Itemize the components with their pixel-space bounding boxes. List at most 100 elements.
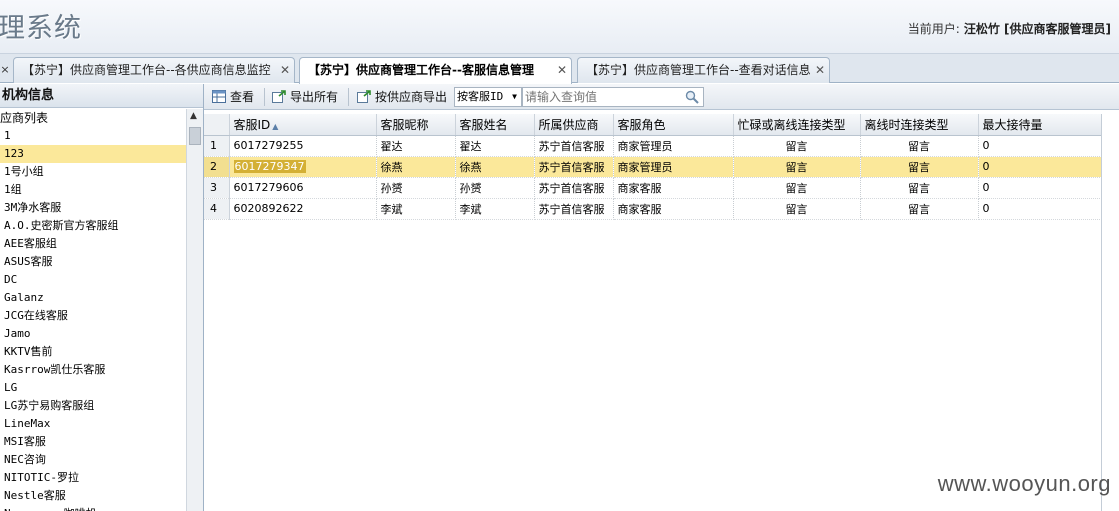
max-reception-cell: 0 xyxy=(978,177,1102,199)
column-header[interactable]: 客服ID ▲ xyxy=(229,114,377,136)
row-number: 1 xyxy=(204,135,230,157)
table-row[interactable]: 4 6020892622 李斌 李斌 苏宁首信客服 商家客服 留言 留言 0 xyxy=(204,198,1102,220)
tab-view-dialog[interactable]: 【苏宁】供应商管理工作台--查看对话信息 ✕ xyxy=(577,57,830,83)
tree-item[interactable]: LG苏宁易购客服组 xyxy=(0,397,186,415)
tree-item[interactable]: Galanz xyxy=(0,289,186,307)
service-id-cell: 6020892622 xyxy=(229,198,377,220)
close-icon[interactable]: ✕ xyxy=(557,58,567,83)
column-header[interactable]: 离线时连接类型 xyxy=(860,114,979,136)
offline-type-cell: 留言 xyxy=(860,177,979,199)
tree-item[interactable]: 1号小组 xyxy=(0,163,186,181)
tree-item[interactable]: 1组 xyxy=(0,181,186,199)
offline-type-cell: 留言 xyxy=(860,156,979,178)
tree-root[interactable]: 应商列表 xyxy=(0,109,186,127)
busy-type-cell: 留言 xyxy=(733,156,861,178)
role-cell: 商家客服 xyxy=(613,198,734,220)
table-icon xyxy=(212,90,226,103)
tab-scroll-left-icon[interactable]: × xyxy=(0,58,10,82)
grid-divider xyxy=(1101,114,1102,511)
tree-item[interactable]: A.O.史密斯官方客服组 xyxy=(0,217,186,235)
view-button[interactable]: 查看 xyxy=(210,87,254,107)
table-row[interactable]: 2 6017279347 徐燕 徐燕 苏宁首信客服 商家管理员 留言 留言 0 xyxy=(204,156,1102,178)
name-cell: 孙赟 xyxy=(455,177,535,199)
tree-item[interactable]: Nestle客服 xyxy=(0,487,186,505)
column-header[interactable]: 客服姓名 xyxy=(455,114,535,136)
toolbar-divider xyxy=(348,88,349,106)
tree-item[interactable]: NEC咨询 xyxy=(0,451,186,469)
tab-label: 【苏宁】供应商管理工作台--客服信息管理 xyxy=(308,63,534,77)
name-cell: 李斌 xyxy=(455,198,535,220)
export-by-supplier-button[interactable]: 按供应商导出 xyxy=(355,87,447,107)
scroll-thumb[interactable] xyxy=(189,127,201,145)
tree-item[interactable]: JCG在线客服 xyxy=(0,307,186,325)
search-icon[interactable] xyxy=(685,90,699,104)
tab-supplier-monitor[interactable]: 【苏宁】供应商管理工作台--各供应商信息监控 ✕ xyxy=(13,57,295,83)
name-cell: 徐燕 xyxy=(455,156,535,178)
close-icon[interactable]: ✕ xyxy=(815,58,825,83)
close-icon[interactable]: ✕ xyxy=(280,58,290,83)
column-header[interactable]: 客服角色 xyxy=(613,114,734,136)
export-icon xyxy=(357,90,371,103)
column-label: 客服ID xyxy=(233,117,271,132)
tree-item[interactable]: AEE客服组 xyxy=(0,235,186,253)
supplier-cell: 苏宁首信客服 xyxy=(534,156,614,178)
tree-item[interactable]: 123 xyxy=(0,145,186,163)
grid-toolbar: 查看 导出所有 按供应商导出 按客服ID ▼ xyxy=(204,84,1119,110)
name-cell: 翟达 xyxy=(455,135,535,157)
nickname-cell: 翟达 xyxy=(376,135,456,157)
tree-item[interactable]: NITOTIC-罗拉 xyxy=(0,469,186,487)
rownum-header xyxy=(204,114,230,136)
table-row[interactable]: 3 6017279606 孙赟 孙赟 苏宁首信客服 商家客服 留言 留言 0 xyxy=(204,177,1102,199)
tab-label: 【苏宁】供应商管理工作台--各供应商信息监控 xyxy=(22,63,271,77)
max-reception-cell: 0 xyxy=(978,135,1102,157)
role-cell: 商家客服 xyxy=(613,177,734,199)
offline-type-cell: 留言 xyxy=(860,198,979,220)
export-icon xyxy=(272,90,286,103)
table-row[interactable]: 1 6017279255 翟达 翟达 苏宁首信客服 商家管理员 留言 留言 0 xyxy=(204,135,1102,157)
column-header[interactable]: 客服昵称 xyxy=(376,114,456,136)
column-header[interactable]: 所属供应商 xyxy=(534,114,614,136)
max-reception-cell: 0 xyxy=(978,198,1102,220)
supplier-cell: 苏宁首信客服 xyxy=(534,177,614,199)
tree-item[interactable]: MSI客服 xyxy=(0,433,186,451)
export-all-button[interactable]: 导出所有 xyxy=(270,87,338,107)
tree-item[interactable]: Nespresso咖啡机 xyxy=(0,505,186,511)
tree-item[interactable]: Jamo xyxy=(0,325,186,343)
tree-item[interactable]: KKTV售前 xyxy=(0,343,186,361)
tree-item[interactable]: Kasrrow凯仕乐客服 xyxy=(0,361,186,379)
busy-type-cell: 留言 xyxy=(733,135,861,157)
export-all-label: 导出所有 xyxy=(290,90,339,104)
tree-item[interactable]: ASUS客服 xyxy=(0,253,186,271)
tree-item[interactable]: DC xyxy=(0,271,186,289)
tree-scrollbar[interactable]: ▲ xyxy=(186,109,203,511)
tree-item[interactable]: LG xyxy=(0,379,186,397)
nickname-cell: 孙赟 xyxy=(376,177,456,199)
scroll-up-icon[interactable]: ▲ xyxy=(190,111,197,121)
search-field-select[interactable]: 按客服ID ▼ xyxy=(454,87,522,107)
column-header[interactable]: 最大接待量 xyxy=(978,114,1102,136)
row-number: 3 xyxy=(204,177,230,199)
tab-bar: × 【苏宁】供应商管理工作台--各供应商信息监控 ✕ 【苏宁】供应商管理工作台-… xyxy=(0,54,1119,84)
busy-type-cell: 留言 xyxy=(733,177,861,199)
max-reception-cell: 0 xyxy=(978,156,1102,178)
nickname-cell: 徐燕 xyxy=(376,156,456,178)
toolbar-divider xyxy=(264,88,265,106)
column-header[interactable]: 忙碌或离线连接类型 xyxy=(733,114,861,136)
offline-type-cell: 留言 xyxy=(860,135,979,157)
supplier-tree: 应商列表 1 123 1号小组 1组 3M净水客服 A.O.史密斯官方客服组 AEE客服组 A… xyxy=(0,109,186,511)
panel-title: 机构信息 xyxy=(0,84,203,108)
selected-text: 6017279347 xyxy=(233,160,306,173)
org-panel: 机构信息 应商列表 1 123 1号小组 1组 3M净水客服 A.O.史密斯官方客服组 AE… xyxy=(0,84,204,511)
search-box xyxy=(522,87,704,107)
current-user-value: 汪松竹 [供应商客服管理员] xyxy=(963,22,1111,36)
service-grid: 客服ID ▲ 客服昵称 客服姓名 所属供应商 客服角色 忙碌或离线连接类型 离线时… xyxy=(204,114,1102,220)
tree-item[interactable]: 1 xyxy=(0,127,186,145)
supplier-cell: 苏宁首信客服 xyxy=(534,135,614,157)
search-input[interactable] xyxy=(523,88,683,106)
service-id-cell: 6017279606 xyxy=(229,177,377,199)
current-user: 当前用户: 汪松竹 [供应商客服管理员] xyxy=(908,20,1111,37)
busy-type-cell: 留言 xyxy=(733,198,861,220)
tree-item[interactable]: 3M净水客服 xyxy=(0,199,186,217)
tree-item[interactable]: LineMax xyxy=(0,415,186,433)
tab-service-info[interactable]: 【苏宁】供应商管理工作台--客服信息管理 ✕ xyxy=(299,57,572,84)
